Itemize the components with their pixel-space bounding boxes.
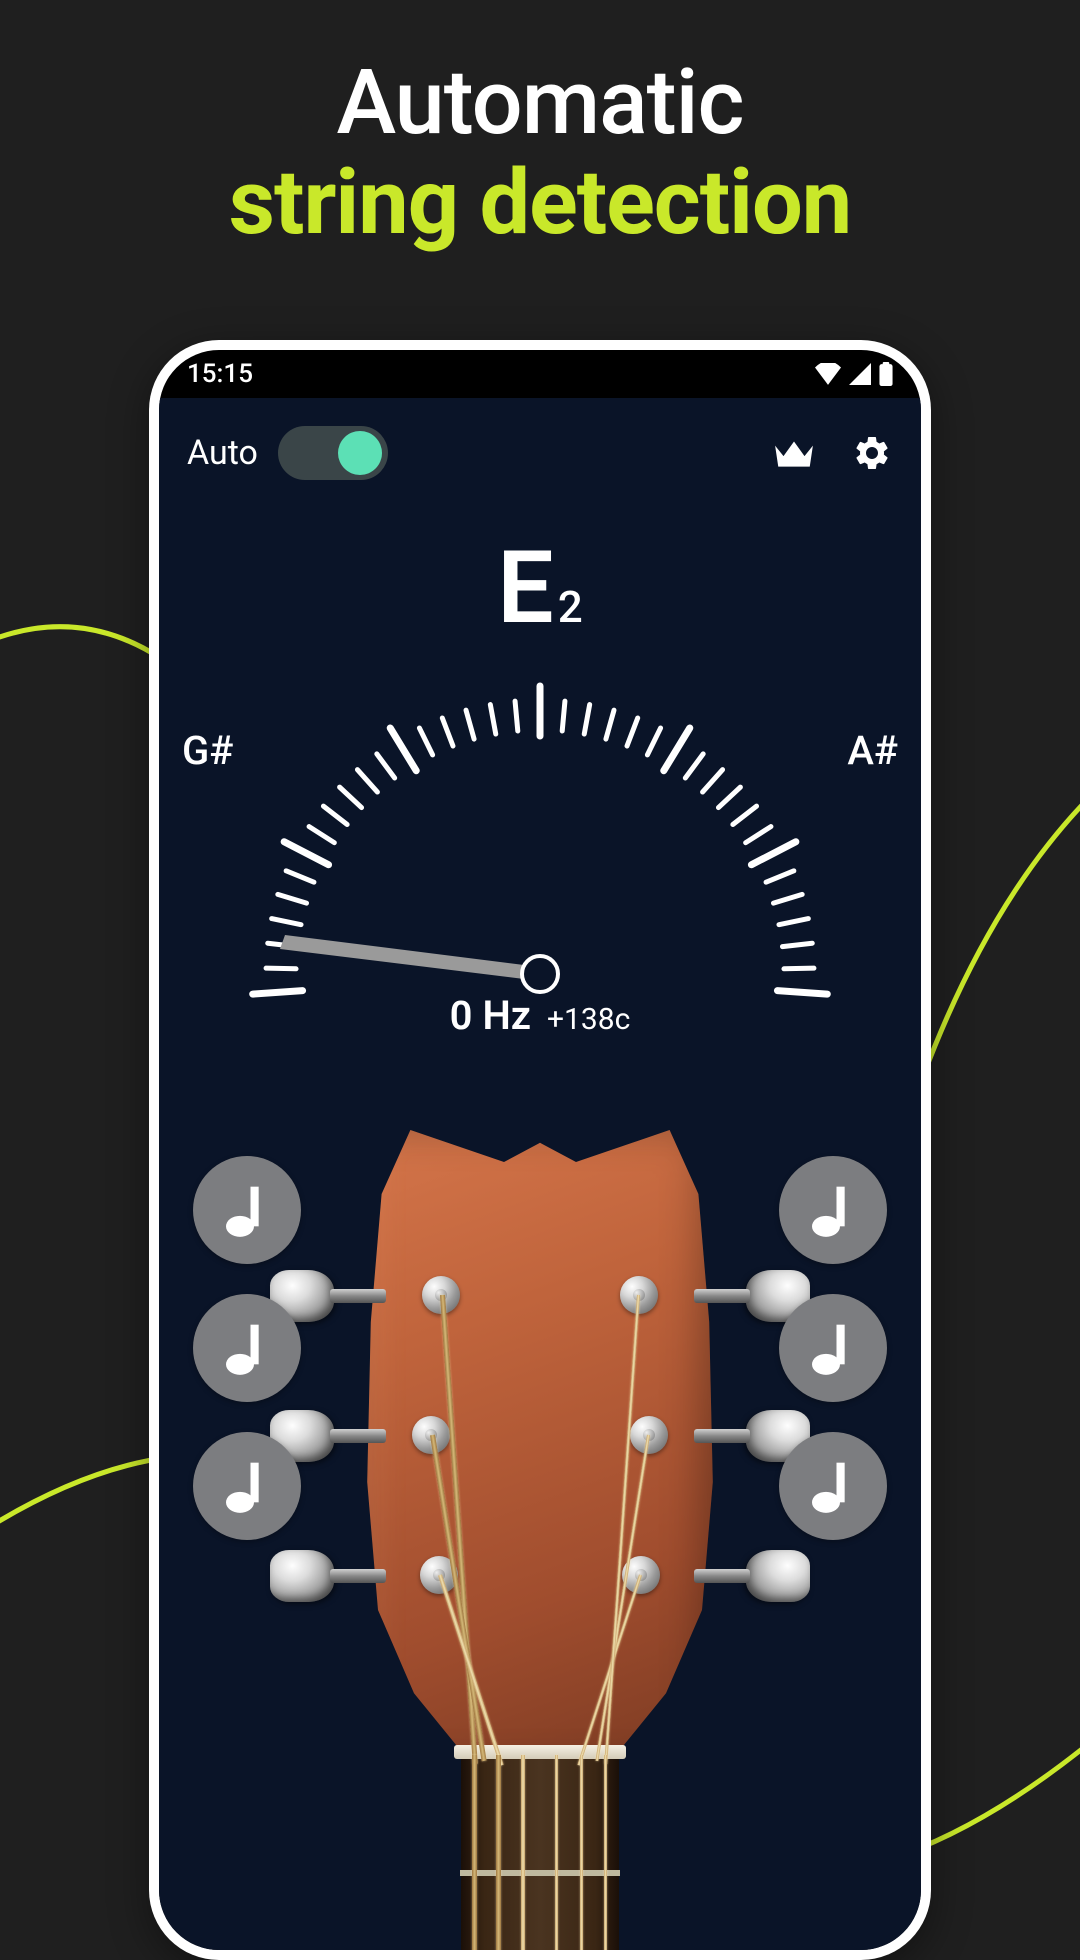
gear-icon: [852, 433, 892, 473]
guitar-headstock: [360, 1130, 720, 1950]
note-icon: [223, 1182, 271, 1238]
status-time: 15:15: [187, 359, 253, 389]
string-buttons-right: [779, 1156, 887, 1540]
string-button-1[interactable]: [193, 1156, 301, 1264]
settings-button[interactable]: [851, 432, 893, 474]
cents-value: +138c: [547, 1002, 630, 1037]
status-bar: 15:15: [159, 350, 921, 398]
detected-note: E2: [159, 530, 921, 647]
auto-toggle[interactable]: [278, 426, 388, 480]
string-button-4[interactable]: [779, 1156, 887, 1264]
gauge-pivot: [522, 956, 558, 992]
guitar-string: [604, 1755, 607, 1950]
tuning-peg: [690, 1548, 810, 1604]
auto-mode-group: Auto: [187, 426, 388, 480]
guitar-fret: [460, 1870, 620, 1876]
battery-icon: [879, 362, 893, 386]
auto-label: Auto: [187, 433, 258, 473]
tuning-peg: [270, 1548, 390, 1604]
headline-line-1: Automatic: [0, 50, 1080, 155]
signal-icon: [849, 363, 871, 385]
app-topbar: Auto: [159, 398, 921, 480]
phone-frame: 15:15 Auto: [149, 340, 931, 1960]
premium-button[interactable]: [773, 432, 815, 474]
string-button-5[interactable]: [779, 1294, 887, 1402]
wifi-icon: [815, 363, 841, 385]
gauge-sharp-label: A#: [847, 727, 898, 774]
note-icon: [809, 1320, 857, 1376]
marketing-headline: Automatic string detection: [0, 0, 1080, 255]
note-icon: [223, 1320, 271, 1376]
guitar-neck: [461, 1750, 619, 1950]
note-icon: [809, 1458, 857, 1514]
string-button-2[interactable]: [193, 1294, 301, 1402]
guitar-string: [521, 1755, 525, 1950]
guitar-string: [580, 1755, 583, 1950]
note-letter: E: [497, 530, 553, 647]
gauge-needle: [280, 935, 540, 981]
gauge-svg: [190, 667, 890, 1007]
toggle-thumb: [338, 431, 382, 475]
note-icon: [809, 1182, 857, 1238]
gauge-flat-label: G#: [182, 727, 233, 774]
string-button-3[interactable]: [193, 1432, 301, 1540]
headline-line-2: string detection: [0, 150, 1080, 255]
guitar-string: [472, 1755, 477, 1950]
app-content: Auto E2 G# A#: [159, 398, 921, 1950]
guitar-string: [496, 1755, 501, 1950]
note-octave: 2: [558, 581, 583, 633]
phone-screen: 15:15 Auto: [159, 350, 921, 1950]
string-button-6[interactable]: [779, 1432, 887, 1540]
tuning-gauge: G# A#: [190, 667, 890, 1007]
guitar-string: [555, 1755, 558, 1950]
note-icon: [223, 1458, 271, 1514]
string-buttons-left: [193, 1156, 301, 1540]
crown-icon: [773, 437, 815, 469]
headstock-wood: [360, 1130, 720, 1770]
